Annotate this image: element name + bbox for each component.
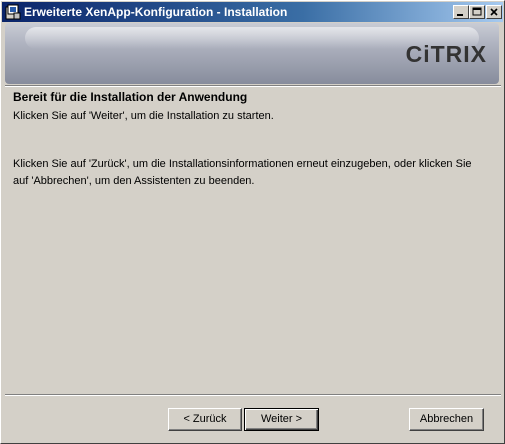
header-separator [5, 85, 501, 87]
title-bar[interactable]: Erweiterte XenApp-Konfiguration - Instal… [2, 2, 503, 22]
back-button[interactable]: < Zurück [168, 408, 242, 431]
maximize-button[interactable] [469, 5, 485, 19]
info-text-line2: auf 'Abbrechen', um den Assistenten zu b… [13, 175, 255, 187]
header-banner: CiTRIX [5, 23, 499, 84]
minimize-icon [457, 14, 463, 16]
page-heading: Bereit für die Installation der Anwendun… [13, 90, 248, 104]
close-icon [490, 8, 498, 16]
instruction-text: Klicken Sie auf 'Weiter', um die Install… [13, 110, 274, 122]
footer-separator [5, 394, 501, 396]
installer-app-icon [5, 4, 21, 20]
info-text-line1: Klicken Sie auf 'Zurück', um die Install… [13, 158, 472, 170]
installer-window: Erweiterte XenApp-Konfiguration - Instal… [0, 0, 505, 444]
cancel-button[interactable]: Abbrechen [409, 408, 484, 431]
maximize-icon [472, 7, 482, 16]
next-button[interactable]: Weiter > [244, 408, 319, 431]
close-button[interactable] [486, 5, 502, 19]
window-title: Erweiterte XenApp-Konfiguration - Instal… [24, 5, 288, 19]
citrix-logo: CiTRIX [405, 41, 487, 67]
minimize-button[interactable] [453, 5, 469, 19]
